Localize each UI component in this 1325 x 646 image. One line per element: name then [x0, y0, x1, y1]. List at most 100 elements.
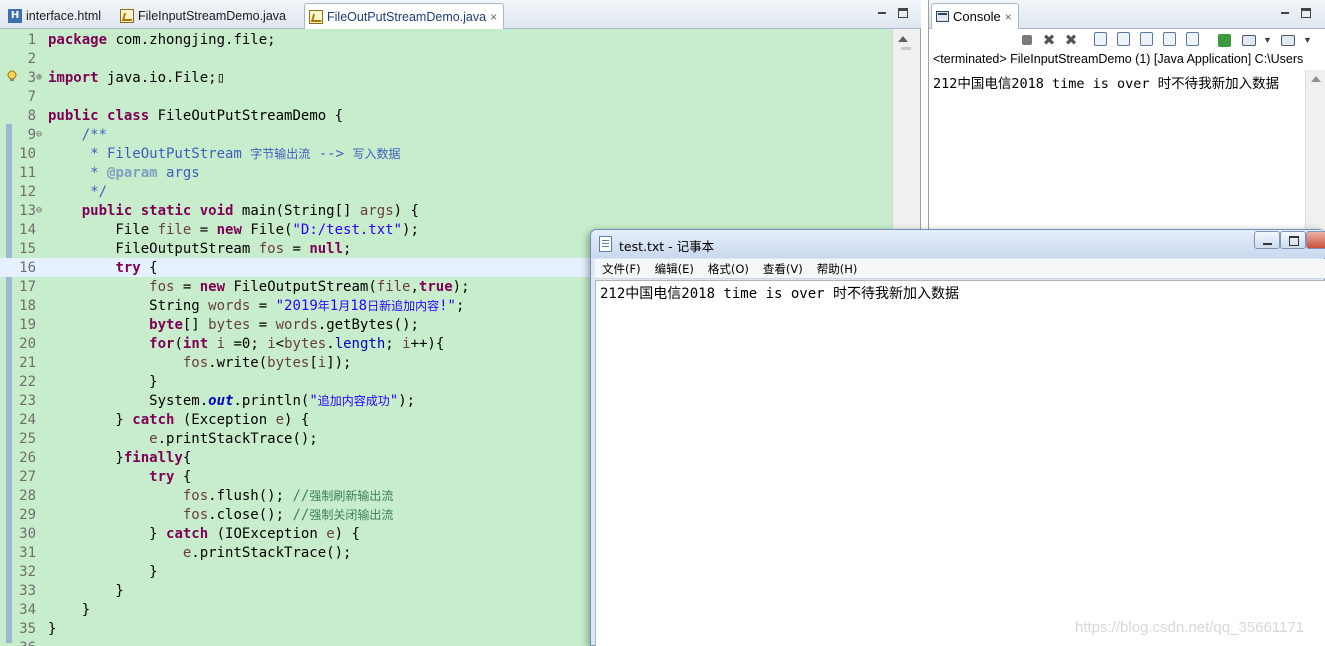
show-console-on-error-icon[interactable]	[1186, 32, 1199, 46]
fold-toggle-icon[interactable]: ⊕	[36, 72, 48, 83]
code-text: e.printStackTrace();	[149, 430, 318, 447]
code-line[interactable]: 2	[0, 49, 892, 68]
menu-file[interactable]: 文件(F)	[595, 261, 648, 277]
maximize-icon[interactable]	[1301, 8, 1311, 18]
code-line[interactable]: 10 * FileOutPutStream 字节输出流 --> 写入数据	[0, 144, 892, 163]
code-text: try {	[115, 259, 158, 276]
code-text: */	[48, 183, 108, 200]
show-console-on-output-icon[interactable]	[1163, 32, 1176, 46]
notepad-text-area[interactable]: 212中国电信2018 time is over 时不待我新加入数据	[595, 280, 1325, 646]
code-text: }	[48, 601, 91, 618]
close-button[interactable]	[1306, 231, 1325, 249]
code-line[interactable]: 12 */	[0, 182, 892, 201]
code-text: /**	[81, 126, 108, 143]
menu-format[interactable]: 格式(O)	[701, 261, 756, 277]
line-number: 29	[19, 506, 36, 523]
pin-console-icon[interactable]	[1218, 34, 1231, 47]
line-number: 7	[27, 88, 36, 105]
console-output[interactable]: 212中国电信2018 time is over 时不待我新加入数据	[933, 72, 1303, 92]
code-text: public class FileOutPutStreamDemo {	[48, 107, 344, 124]
fold-toggle-icon[interactable]: ⊖	[36, 205, 48, 216]
chevron-down-icon[interactable]: ▼	[1263, 32, 1279, 48]
line-number: 35	[19, 620, 36, 637]
minimize-icon[interactable]	[876, 7, 888, 19]
code-text: byte[] bytes = words.getBytes();	[149, 316, 419, 333]
tab-label: interface.html	[26, 9, 102, 23]
chevron-down-icon[interactable]: ▼	[1303, 32, 1319, 48]
remove-all-terminated-icon[interactable]: ✖	[1063, 32, 1079, 48]
code-text: package com.zhongjing.file;	[48, 31, 276, 48]
line-number: 12	[19, 183, 36, 200]
java-file-icon	[309, 9, 323, 24]
open-console-icon[interactable]	[1281, 35, 1295, 46]
notepad-content: 212中国电信2018 time is over 时不待我新加入数据	[600, 286, 960, 302]
line-number: 36	[0, 640, 36, 646]
line-number: 33	[19, 582, 36, 599]
display-selected-console-icon[interactable]	[1242, 35, 1256, 46]
line-number: 27	[19, 468, 36, 485]
code-text: fos = new FileOutputStream(file,true);	[149, 278, 470, 295]
code-line[interactable]: 7	[0, 87, 892, 106]
line-number: 23	[19, 392, 36, 409]
code-text: public static void main(String[] args) {	[81, 202, 419, 219]
line-number: 17	[19, 278, 36, 295]
code-text: File file = new File("D:/test.txt");	[48, 221, 419, 238]
line-number: 11	[19, 164, 36, 181]
line-number: 21	[19, 354, 36, 371]
java-file-icon	[120, 9, 134, 23]
code-line[interactable]: 3 ⊕ import java.io.File;▯	[0, 68, 892, 87]
overview-ruler-marker[interactable]	[901, 47, 911, 50]
tab-interface-html[interactable]: H interface.html	[4, 4, 107, 28]
close-tab-icon[interactable]: ×	[490, 10, 497, 24]
minimize-button[interactable]	[1254, 231, 1280, 249]
word-wrap-icon[interactable]	[1140, 32, 1153, 46]
line-number: 34	[19, 601, 36, 618]
console-tab-bar: Console ×	[929, 0, 1325, 29]
code-line[interactable]: 8 public class FileOutPutStreamDemo {	[0, 106, 892, 125]
notepad-title: test.txt - 记事本	[619, 239, 715, 254]
clear-console-icon[interactable]	[1094, 32, 1107, 46]
code-line[interactable]: 1 package com.zhongjing.file;	[0, 30, 892, 49]
notepad-app-icon	[599, 236, 612, 252]
code-text: System.out.println("追加内容成功");	[48, 393, 416, 409]
line-number: 9	[27, 126, 36, 143]
maximize-icon[interactable]	[898, 8, 908, 18]
line-number: 20	[19, 335, 36, 352]
menu-edit[interactable]: 编辑(E)	[648, 261, 701, 277]
line-number: 10	[19, 145, 36, 162]
code-text: fos.close(); //强制关闭输出流	[182, 507, 394, 523]
code-line[interactable]: 9 ⊖ /**	[0, 125, 892, 144]
menu-help[interactable]: 帮助(H)	[810, 261, 865, 277]
line-number: 30	[19, 525, 36, 542]
code-text: String words = "2019年1月18日新追加内容!";	[48, 298, 465, 314]
menu-view[interactable]: 查看(V)	[756, 261, 810, 277]
tab-fileinputstreamdemo-java[interactable]: FileInputStreamDemo.java	[116, 4, 292, 28]
line-number: 32	[19, 563, 36, 580]
code-text: fos.flush(); //强制刷新输出流	[182, 488, 394, 504]
line-number: 2	[27, 50, 36, 67]
line-number: 25	[19, 430, 36, 447]
line-number: 24	[19, 411, 36, 428]
scroll-up-arrow-icon[interactable]	[896, 32, 910, 46]
code-line[interactable]: 13 ⊖ public static void main(String[] arg…	[0, 201, 892, 220]
code-text: }	[48, 582, 124, 599]
terminate-icon[interactable]	[1022, 35, 1032, 45]
line-number: 13	[19, 202, 36, 219]
line-number: 1	[27, 31, 36, 48]
scroll-lock-icon[interactable]	[1117, 32, 1130, 46]
remove-launch-icon[interactable]: ✖	[1041, 32, 1057, 48]
close-tab-icon[interactable]: ×	[1005, 10, 1012, 24]
tab-console[interactable]: Console ×	[931, 3, 1019, 29]
line-number: 8	[27, 107, 36, 124]
notepad-title-bar[interactable]: test.txt - 记事本	[591, 230, 1325, 258]
code-text: e.printStackTrace();	[182, 544, 352, 561]
console-icon	[936, 11, 949, 22]
maximize-button[interactable]	[1280, 231, 1306, 249]
line-number: 19	[19, 316, 36, 333]
line-number: 3	[27, 69, 36, 86]
tab-fileoutputstreamdemo-java[interactable]: FileOutPutStreamDemo.java ×	[304, 3, 505, 29]
code-line[interactable]: 11 * @param args	[0, 163, 892, 182]
minimize-icon[interactable]	[1279, 7, 1291, 19]
line-number: 16	[19, 259, 36, 276]
fold-toggle-icon[interactable]: ⊖	[36, 129, 48, 140]
